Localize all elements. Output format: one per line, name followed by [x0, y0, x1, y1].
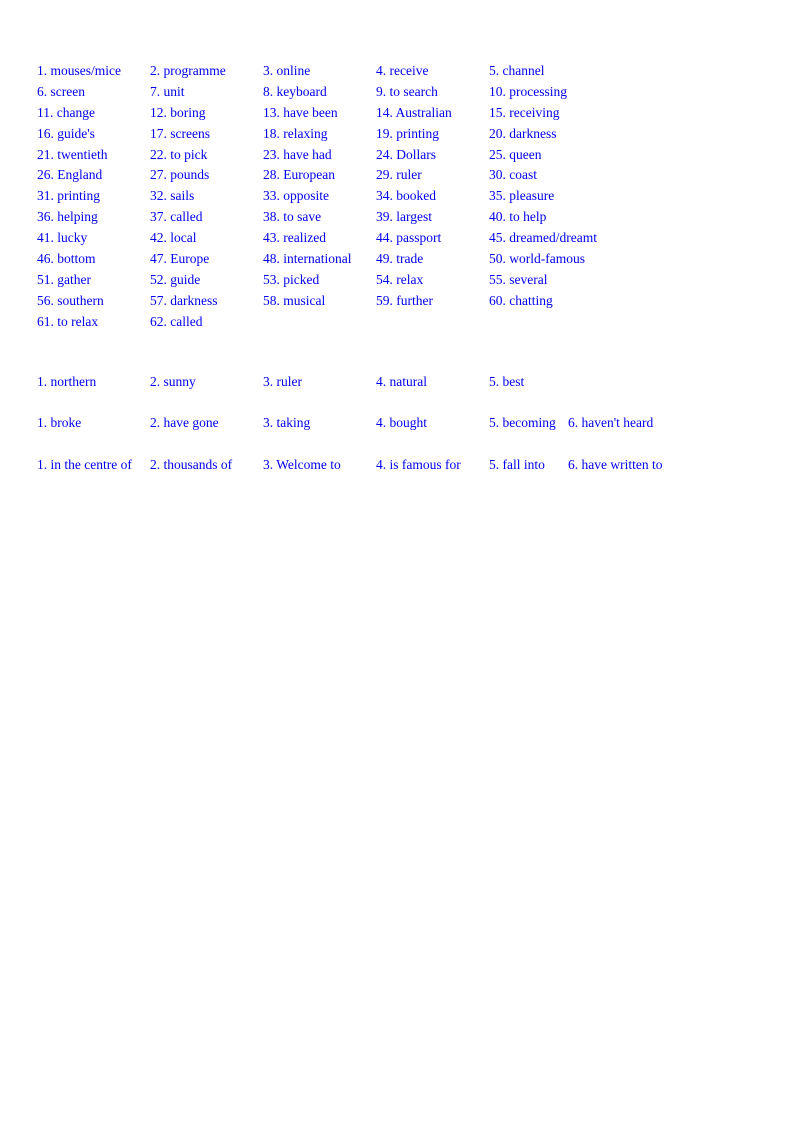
- answer-item: 35. pleasure: [489, 188, 555, 204]
- answer-item: 4. natural: [376, 374, 427, 389]
- answer-item: 5. fall into: [489, 457, 545, 472]
- answer-item: 46. bottom: [37, 251, 96, 267]
- answer-item: 30. coast: [489, 167, 537, 183]
- answer-item: 62. called: [150, 313, 203, 329]
- answer-item: 3. online: [263, 63, 311, 78]
- answer-item: 6. haven't heard: [568, 415, 654, 430]
- answer-item: 43. realized: [263, 230, 326, 246]
- answer-item: 28. European: [263, 167, 335, 183]
- answer-item: 12. boring: [150, 104, 206, 120]
- answer-item: 27. pounds: [150, 167, 210, 183]
- answer-item: 29. ruler: [376, 167, 422, 183]
- answer-item: 48. international: [263, 251, 352, 267]
- answer-key-page: 1. mouses/mice 2. programme 3. online 4.…: [0, 0, 794, 1123]
- answer-item: 25. queen: [489, 146, 542, 162]
- answer-item: 10. processing: [489, 83, 567, 99]
- answer-item: 61. to relax: [37, 313, 99, 329]
- answer-item: 9. to search: [376, 83, 438, 99]
- answer-item: 3. Welcome to: [263, 457, 341, 472]
- answer-item: 42. local: [150, 230, 197, 246]
- answer-item: 52. guide: [150, 271, 201, 287]
- answer-item: 24. Dollars: [376, 146, 436, 162]
- answer-item: 57. darkness: [150, 292, 218, 308]
- answer-item: 1. mouses/mice: [37, 63, 121, 78]
- answer-item: 23. have had: [263, 146, 332, 162]
- answer-item: 31. printing: [37, 188, 100, 204]
- answer-item: 49. trade: [376, 251, 424, 267]
- answer-item: 2. have gone: [150, 415, 219, 430]
- answer-item: 37. called: [150, 209, 203, 225]
- answer-item: 21. twentieth: [37, 146, 108, 162]
- answer-item: 40. to help: [489, 209, 547, 225]
- answer-item: 8. keyboard: [263, 83, 327, 99]
- answer-item: 16. guide's: [37, 125, 95, 141]
- answer-item: 17. screens: [150, 125, 210, 141]
- answer-item: 19. printing: [376, 125, 439, 141]
- answer-item: 45. dreamed/dreamt: [489, 230, 597, 246]
- answer-item: 6. screen: [37, 83, 85, 99]
- answer-item: 1. broke: [37, 415, 82, 430]
- answer-item: 59. further: [376, 292, 433, 308]
- answer-item: 11. change: [37, 104, 95, 120]
- answer-item: 2. thousands of: [150, 457, 233, 472]
- answer-item: 56. southern: [37, 292, 104, 308]
- answer-item: 7. unit: [150, 83, 185, 99]
- answer-item: 34. booked: [376, 188, 436, 204]
- answer-item: 18. relaxing: [263, 125, 328, 141]
- answer-item: 32. sails: [150, 188, 195, 204]
- answer-item: 33. opposite: [263, 188, 329, 204]
- answer-item: 15. receiving: [489, 104, 560, 120]
- answer-item: 3. taking: [263, 415, 311, 430]
- answer-item: 1. northern: [37, 374, 97, 389]
- answer-item: 44. passport: [376, 230, 442, 246]
- answer-item: 5. becoming: [489, 415, 556, 430]
- answer-item: 4. receive: [376, 63, 429, 78]
- answer-item: 47. Europe: [150, 251, 210, 267]
- answer-item: 41. lucky: [37, 230, 88, 246]
- answer-item: 5. best: [489, 374, 525, 389]
- answer-item: 5. channel: [489, 63, 545, 78]
- answer-item: 55. several: [489, 271, 548, 287]
- answer-item: 51. gather: [37, 271, 91, 287]
- answer-item: 6. have written to: [568, 457, 663, 472]
- answer-item: 53. picked: [263, 271, 320, 287]
- answer-item: 38. to save: [263, 209, 322, 225]
- answer-item: 22. to pick: [150, 146, 208, 162]
- answer-item: 2. sunny: [150, 374, 196, 389]
- answer-item: 50. world-famous: [489, 251, 585, 267]
- answer-item: 14. Australian: [376, 104, 452, 120]
- answer-item: 36. helping: [37, 209, 98, 225]
- answer-item: 13. have been: [263, 104, 338, 120]
- answer-item: 58. musical: [263, 292, 326, 308]
- answer-item: 60. chatting: [489, 292, 553, 308]
- answer-item: 20. darkness: [489, 125, 557, 141]
- answer-item: 2. programme: [150, 63, 226, 78]
- answer-item: 1. in the centre of: [37, 457, 132, 472]
- answer-item: 4. bought: [376, 415, 428, 430]
- answer-item: 54. relax: [376, 271, 424, 287]
- answer-item: 3. ruler: [263, 374, 302, 389]
- answer-item: 39. largest: [376, 209, 432, 225]
- answer-item: 4. is famous for: [376, 457, 461, 472]
- answer-item: 26. England: [37, 167, 103, 183]
